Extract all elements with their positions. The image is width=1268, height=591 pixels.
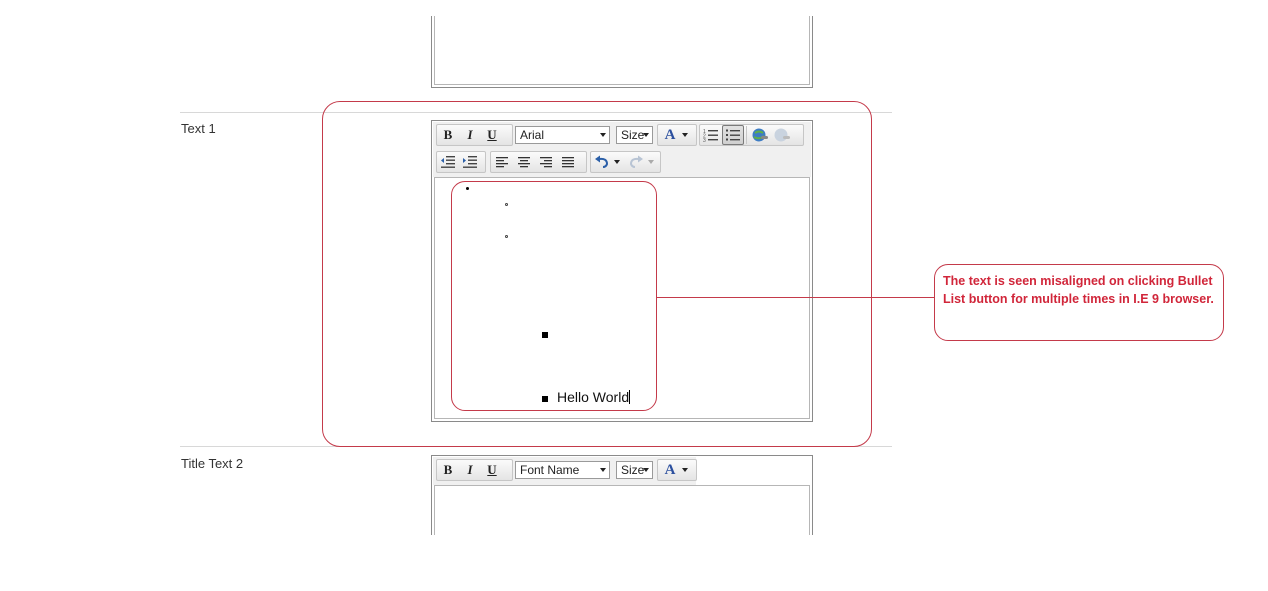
italic-icon: I <box>467 462 473 477</box>
title-text2-editor: B I U Font Name Size A <box>431 455 813 535</box>
title-text2-content-area[interactable] <box>434 485 810 535</box>
underline-button[interactable]: U <box>481 460 503 480</box>
font-size-value: Size <box>621 463 645 477</box>
font-name-select[interactable]: Font Name <box>515 461 610 479</box>
font-color-dropdown[interactable] <box>682 468 688 472</box>
font-color-group: A <box>657 459 697 481</box>
italic-button[interactable]: I <box>459 460 481 480</box>
font-color-icon: A <box>664 461 676 478</box>
annotation-text: The text is seen misaligned on clicking … <box>943 274 1214 306</box>
font-name-value: Font Name <box>520 463 580 477</box>
field-label-title-text2: Title Text 2 <box>181 456 244 471</box>
format-group: B I U <box>436 459 513 481</box>
field-label-text1: Text 1 <box>181 121 216 136</box>
top-editor-content[interactable] <box>434 16 810 85</box>
chevron-down-icon <box>643 468 649 472</box>
underline-icon: U <box>487 462 497 477</box>
annotation-connector-line <box>657 297 935 298</box>
bold-icon: B <box>443 462 453 477</box>
chevron-down-icon <box>600 468 606 472</box>
font-size-select[interactable]: Size <box>616 461 653 479</box>
bold-button[interactable]: B <box>437 460 459 480</box>
font-color-button[interactable]: A <box>658 460 682 480</box>
annotation-outline-content <box>451 181 657 411</box>
top-editor[interactable] <box>431 16 813 88</box>
